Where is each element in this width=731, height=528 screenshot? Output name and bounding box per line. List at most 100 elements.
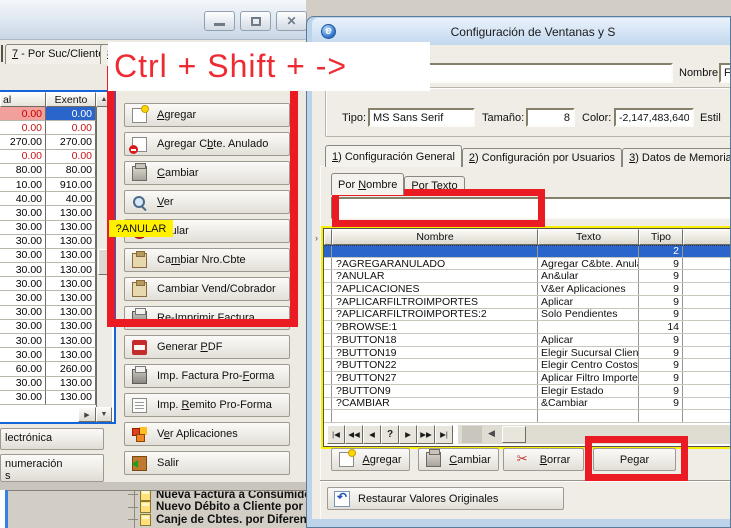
grid-cell-filler xyxy=(683,270,730,282)
table-row[interactable]: 30.00130.00 xyxy=(0,306,96,320)
grid-cell-filler xyxy=(683,359,730,371)
grid-row-marker: › xyxy=(315,233,318,243)
table-row[interactable]: 0.000.00 xyxy=(0,121,96,135)
table-row[interactable]: 30.00130.00 xyxy=(0,334,96,348)
total-cell: 80.00 xyxy=(0,164,46,178)
navigator-next-button[interactable]: ▶ xyxy=(399,425,417,444)
grid-row[interactable]: ?BUTTON19Elegir Sucursal Client9 xyxy=(324,347,730,360)
table-row[interactable]: 30.00130.00 xyxy=(0,348,96,362)
table-row[interactable]: 270.00270.00 xyxy=(0,135,96,149)
scrollbar-thumb[interactable] xyxy=(502,426,526,443)
table-row[interactable]: 30.00130.00 xyxy=(0,291,96,305)
tab-1-configuraci-n-general[interactable]: 1) Configuración General xyxy=(325,145,462,167)
tab-3-datos-de-memoria[interactable]: 3) Datos de Memoria xyxy=(622,148,730,167)
total-cell: 10.00 xyxy=(0,178,46,192)
minimize-button[interactable] xyxy=(204,11,235,31)
navigator-prev-button[interactable]: ◀ xyxy=(363,425,381,444)
navigator-fast-forward-button[interactable]: ▶▶ xyxy=(417,425,435,444)
table-row[interactable]: 10.00910.00 xyxy=(0,178,96,192)
exento-cell: 0.00 xyxy=(46,121,96,135)
grid-cell-filler xyxy=(683,385,730,397)
document-icon xyxy=(140,501,151,513)
grid-cell-nombre: ?APLICARFILTROIMPORTES:2 xyxy=(332,309,538,321)
grid-row[interactable]: ?APLICARFILTROIMPORTESAplicar9 xyxy=(324,296,730,309)
column-header-total[interactable]: al xyxy=(0,92,46,107)
grid-cell-tipo: 9 xyxy=(639,347,683,359)
scroll-down-button[interactable]: ▼ xyxy=(96,407,112,422)
table-row[interactable]: 40.0040.00 xyxy=(0,192,96,206)
grid-row[interactable] xyxy=(324,410,730,423)
table-row[interactable]: 30.00130.00 xyxy=(0,391,96,405)
table-row[interactable]: 80.0080.00 xyxy=(0,164,96,178)
table-row[interactable]: 30.00130.00 xyxy=(0,277,96,291)
scroll-left-icon[interactable]: ◀ xyxy=(488,428,495,439)
grid-row[interactable]: ?BUTTON9Elegir Estado9 xyxy=(324,385,730,398)
grid-row[interactable]: ?BUTTON18Aplicar9 xyxy=(324,334,730,347)
restaurar-valores-button[interactable]: Restaurar Valores Originales xyxy=(327,487,564,510)
grid-header-texto[interactable]: Texto xyxy=(538,229,639,245)
tab-por-suc-cliente[interactable]: 7 - Por Suc/Cliente xyxy=(5,44,111,64)
table-row[interactable]: 0.000.00 xyxy=(0,150,96,164)
borrar-button[interactable]: Borrar xyxy=(503,448,584,471)
table-row[interactable]: 30.00130.00 xyxy=(0,249,96,263)
table-row[interactable]: 30.00130.00 xyxy=(0,263,96,277)
exento-cell: 130.00 xyxy=(46,348,96,362)
agregar-button[interactable]: Agregar xyxy=(331,448,410,471)
grid-row[interactable]: ?ANULARAn&ular9 xyxy=(324,270,730,283)
grid-row[interactable]: 2 xyxy=(324,245,730,258)
pdf-icon xyxy=(132,340,147,355)
nombre-input[interactable] xyxy=(719,63,730,83)
grid-gutter-cell xyxy=(324,359,332,371)
table-row[interactable]: 30.00130.00 xyxy=(0,235,96,249)
table-row[interactable]: 0.000.00 xyxy=(0,107,96,121)
grid-row[interactable]: ?APLICACIONESV&er Aplicaciones9 xyxy=(324,283,730,296)
navigator-fast-rewind-button[interactable]: ◀◀ xyxy=(345,425,363,444)
grid-row[interactable]: ?BUTTON27Aplicar Filtro Importes9 xyxy=(324,372,730,385)
grid-row[interactable]: ?CAMBIAR&Cambiar9 xyxy=(324,398,730,411)
table-row[interactable]: 30.00130.00 xyxy=(0,221,96,235)
tamano-input[interactable] xyxy=(526,108,575,127)
table-row[interactable]: 60.00260.00 xyxy=(0,362,96,376)
doc-icon xyxy=(132,398,147,413)
numeracion-button[interactable]: numeracións xyxy=(0,454,104,482)
grid-cell-filler xyxy=(683,347,730,359)
grid-row[interactable]: ?BUTTON22Elegir Centro Costos9 xyxy=(324,359,730,372)
tab-2-configuraci-n-por-usuarios[interactable]: 2) Configuración por Usuarios xyxy=(462,148,622,167)
grid-cell-nombre: ?BUTTON18 xyxy=(332,334,538,346)
amounts-table: al Exento ▲ 0.000.000.000.00270.00270.00… xyxy=(0,90,116,424)
undo-icon xyxy=(334,491,350,507)
grid-header-nombre[interactable]: Nombre xyxy=(332,229,538,245)
grid-row[interactable]: ?BROWSE:114 xyxy=(324,321,730,334)
tipo-input[interactable] xyxy=(368,108,475,127)
imp-factura-pro-forma-button[interactable]: Imp. Factura Pro-Forma xyxy=(124,364,290,388)
grid-header-tipo[interactable]: Tipo xyxy=(639,229,683,245)
table-row[interactable]: 30.00130.00 xyxy=(0,206,96,220)
subtab-por-nombre[interactable]: Por Nombre xyxy=(331,173,404,195)
imp-remito-pro-forma-button[interactable]: Imp. Remito Pro-Forma xyxy=(124,393,290,417)
exento-cell: 130.00 xyxy=(46,263,96,277)
factura-electronica-button[interactable]: lectrónica xyxy=(0,428,104,450)
right-window-titlebar: e Configuración de Ventanas y S xyxy=(312,18,730,45)
close-button[interactable]: ✕ xyxy=(276,11,307,31)
column-header-exento[interactable]: Exento xyxy=(46,92,96,107)
navigator-last-button[interactable]: ▶| xyxy=(435,425,453,444)
ver-aplicaciones-button[interactable]: Ver Aplicaciones xyxy=(124,422,290,446)
color-input[interactable] xyxy=(614,108,694,127)
cambiar-button[interactable]: Cambiar xyxy=(418,448,499,471)
grid-row[interactable]: ?AGREGARANULADOAgregar C&bte. Anula9 xyxy=(324,258,730,271)
maximize-button[interactable] xyxy=(240,11,271,31)
grid-cell-filler xyxy=(683,246,730,257)
grid-cell-nombre: ?APLICACIONES xyxy=(332,283,538,295)
left-window-titlebar: ✕ xyxy=(0,0,306,40)
navigator-help-button[interactable]: ? xyxy=(381,425,399,444)
exento-cell: 910.00 xyxy=(46,178,96,192)
grid-row[interactable]: ?APLICARFILTROIMPORTES:2Solo Pendientes9 xyxy=(324,309,730,322)
generar-pdf-button[interactable]: Generar PDF xyxy=(124,335,290,359)
navigator-first-button[interactable]: |◀ xyxy=(327,425,345,444)
salir-button[interactable]: Salir xyxy=(124,451,290,475)
table-row[interactable]: 30.00130.00 xyxy=(0,320,96,334)
total-cell: 30.00 xyxy=(0,320,46,334)
table-row[interactable]: 30.00130.00 xyxy=(0,377,96,391)
menu-button-label: Ver Aplicaciones xyxy=(157,428,238,440)
scroll-right-button[interactable]: ▶ xyxy=(78,407,96,422)
